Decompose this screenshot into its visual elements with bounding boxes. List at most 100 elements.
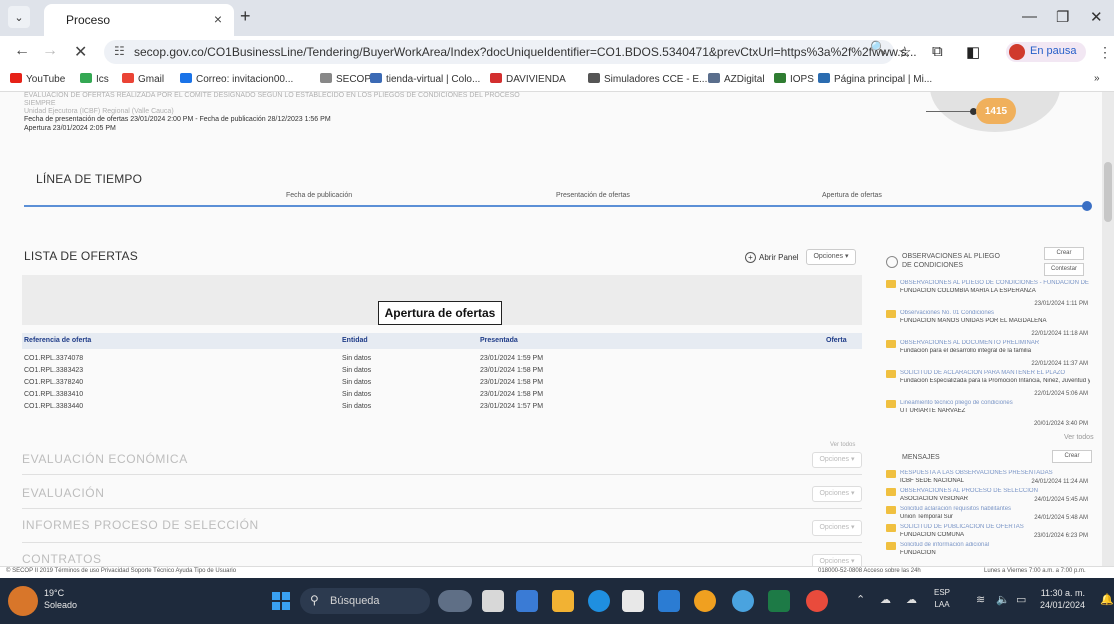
observations-see-all-link[interactable]: Ver todos: [1064, 434, 1094, 441]
weather-icon[interactable]: [8, 586, 38, 616]
cell-referencia[interactable]: CO1.RPL.3383423: [24, 367, 83, 374]
tab-list-chevron-icon[interactable]: ⌄: [8, 6, 30, 28]
widgets-icon[interactable]: [438, 590, 472, 612]
cell-referencia[interactable]: CO1.RPL.3383410: [24, 391, 83, 398]
taskbar-search[interactable]: ⚲ Búsqueda: [300, 588, 430, 614]
footer-links[interactable]: © SECOP II 2019 Términos de uso Privacid…: [6, 568, 236, 574]
opciones-button-2[interactable]: Opciones ▾: [812, 452, 862, 468]
page-scrollbar[interactable]: [1102, 92, 1114, 566]
app-icon-3[interactable]: [732, 590, 754, 612]
side-item-link[interactable]: OBSERVACIONES AL DOCUMENTO PRELIMINAR: [900, 340, 1090, 346]
sidepanel-icon[interactable]: ◧: [966, 43, 980, 61]
side-item-link[interactable]: SOLICITUD DE PUBLICACIÓN DE OFERTAS: [900, 524, 1090, 530]
side-item-link[interactable]: Lineamiento técnico pliego de condicione…: [900, 400, 1090, 406]
side-item-link[interactable]: RESPUESTA A LAS OBSERVACIONES PRESENTADA…: [900, 470, 1090, 476]
side-list-item[interactable]: SOLICITUD DE PUBLICACIÓN DE OFERTAS FUNDA…: [886, 524, 1092, 542]
side-list-item[interactable]: OBSERVACIONES AL PLIEGO DE CONDICIONES -…: [886, 280, 1092, 310]
clock[interactable]: 11:30 a. m. 24/01/2024: [1040, 587, 1085, 611]
table-row[interactable]: CO1.RPL.3383440 Sin datos 23/01/2024 1:57 …: [22, 403, 862, 414]
opciones-button-5[interactable]: Opciones ▾: [812, 554, 862, 566]
wifi-icon[interactable]: ≋: [976, 593, 985, 606]
cell-referencia[interactable]: CO1.RPL.3374078: [24, 355, 83, 362]
minimize-icon[interactable]: —: [1022, 8, 1037, 25]
task-view-icon[interactable]: [482, 590, 504, 612]
side-list-item[interactable]: Solicitud aclaración requisitos habilita…: [886, 506, 1092, 524]
onedrive-icon[interactable]: ☁: [906, 593, 917, 606]
opciones-button-4[interactable]: Opciones ▾: [812, 520, 862, 536]
side-list-item[interactable]: OBSERVACIONES AL DOCUMENTO PRELIMINAR Fun…: [886, 340, 1092, 370]
more-bookmarks-icon[interactable]: »: [1094, 73, 1100, 84]
side-list-item[interactable]: Lineamiento técnico pliego de condicione…: [886, 400, 1092, 430]
restore-icon[interactable]: ❐: [1056, 8, 1069, 26]
language-indicator[interactable]: ESP LAA: [934, 587, 950, 611]
bookmark-item[interactable]: DAVIVIENDA: [490, 73, 566, 85]
new-tab-button[interactable]: +: [240, 6, 251, 27]
section-contratos[interactable]: CONTRATOS: [22, 552, 102, 566]
section-evaluacion[interactable]: EVALUACIÓN: [22, 486, 104, 500]
bookmark-item[interactable]: Página principal | Mi...: [818, 73, 932, 85]
site-settings-icon[interactable]: ☷: [114, 44, 125, 58]
table-row[interactable]: CO1.RPL.3374078 Sin datos 23/01/2024 1:59 …: [22, 355, 862, 366]
bookmark-item[interactable]: Gmail: [122, 73, 164, 85]
profile-button[interactable]: En pausa: [1006, 42, 1086, 62]
table-row[interactable]: CO1.RPL.3383423 Sin datos 23/01/2024 1:58 …: [22, 367, 862, 378]
chrome-icon[interactable]: [806, 590, 828, 612]
side-list-item[interactable]: Observaciones No. 01 Condiciones FUNDACIO…: [886, 310, 1092, 340]
side-item-link[interactable]: SOLICITUD DE ACLARACIÓN PARA MANTENER EL…: [900, 370, 1090, 376]
app-icon[interactable]: [658, 590, 680, 612]
bookmark-item[interactable]: Correo: invitacion00...: [180, 73, 293, 85]
side-item-link[interactable]: Solicitud de información adicional: [900, 542, 1090, 548]
opciones-button[interactable]: Opciones ▾: [806, 249, 856, 265]
side-item-link[interactable]: OBSERVACIONES AL PROCESO DE SELECCIÓN: [900, 488, 1090, 494]
section-evaluacion-economica[interactable]: EVALUACIÓN ECONÓMICA: [22, 452, 188, 466]
bookmark-item[interactable]: Simuladores CCE - E...: [588, 73, 707, 85]
crear-observacion-button[interactable]: Crear: [1044, 247, 1084, 260]
abrir-panel-button[interactable]: + Abrir Panel: [745, 252, 799, 263]
side-item-link[interactable]: Observaciones No. 01 Condiciones: [900, 310, 1090, 316]
url-bar[interactable]: ☷ secop.gov.co/CO1BusinessLine/Tendering…: [104, 40, 917, 64]
windows-start-icon[interactable]: [272, 592, 290, 610]
side-list-item[interactable]: Solicitud de información adicional FUNDAC…: [886, 542, 1092, 560]
cell-referencia[interactable]: CO1.RPL.3383440: [24, 403, 83, 410]
app-icon-2[interactable]: [694, 590, 716, 612]
bookmark-item[interactable]: tienda-virtual | Colo...: [370, 73, 480, 85]
url-text[interactable]: secop.gov.co/CO1BusinessLine/Tendering/B…: [134, 45, 917, 59]
bookmark-item[interactable]: Ics: [80, 73, 109, 85]
file-explorer-icon[interactable]: [552, 590, 574, 612]
tab-close-icon[interactable]: ×: [214, 11, 222, 27]
back-icon[interactable]: ←: [14, 42, 30, 60]
notifications-icon[interactable]: 🔔: [1100, 593, 1114, 606]
tray-chevron-icon[interactable]: ⌃: [856, 593, 865, 606]
table-row[interactable]: CO1.RPL.3383410 Sin datos 23/01/2024 1:58 …: [22, 391, 862, 402]
side-list-item[interactable]: SOLICITUD DE ACLARACIÓN PARA MANTENER EL…: [886, 370, 1092, 400]
forward-icon[interactable]: →: [42, 42, 58, 60]
scroll-thumb[interactable]: [1104, 162, 1112, 222]
table-row[interactable]: CO1.RPL.3378240 Sin datos 23/01/2024 1:58 …: [22, 379, 862, 390]
zoom-icon[interactable]: 🔍: [870, 40, 886, 56]
bookmark-item[interactable]: IOPS: [774, 73, 814, 85]
stop-icon[interactable]: ✕: [74, 42, 87, 62]
bookmark-star-icon[interactable]: ☆: [898, 43, 911, 61]
excel-icon[interactable]: [768, 590, 790, 612]
close-window-icon[interactable]: ✕: [1090, 8, 1103, 26]
offers-see-all-link[interactable]: Ver todos: [830, 442, 855, 448]
browser-tab[interactable]: Proceso ×: [44, 4, 234, 36]
side-item-link[interactable]: Solicitud aclaración requisitos habilita…: [900, 506, 1090, 512]
side-list-item[interactable]: RESPUESTA A LAS OBSERVACIONES PRESENTADA…: [886, 470, 1092, 488]
cell-referencia[interactable]: CO1.RPL.3378240: [24, 379, 83, 386]
opciones-button-3[interactable]: Opciones ▾: [812, 486, 862, 502]
bookmark-item[interactable]: YouTube: [10, 73, 65, 85]
side-item-link[interactable]: OBSERVACIONES AL PLIEGO DE CONDICIONES -…: [900, 280, 1090, 286]
store-icon[interactable]: [622, 590, 644, 612]
side-list-item[interactable]: OBSERVACIONES AL PROCESO DE SELECCIÓN ASO…: [886, 488, 1092, 506]
crear-mensaje-button[interactable]: Crear: [1052, 450, 1092, 463]
extension-icon[interactable]: ⧉: [932, 43, 943, 60]
weather-widget[interactable]: 19°C Soleado: [44, 587, 77, 611]
cloud-icon[interactable]: ☁: [880, 593, 891, 606]
section-informes[interactable]: INFORMES PROCESO DE SELECCIÓN: [22, 518, 259, 532]
edge-icon[interactable]: [588, 590, 610, 612]
browser-menu-icon[interactable]: ⋮: [1098, 44, 1112, 61]
contestar-button[interactable]: Contestar: [1044, 263, 1084, 276]
teams-icon[interactable]: [516, 590, 538, 612]
bookmark-item[interactable]: AZDigital: [708, 73, 765, 85]
